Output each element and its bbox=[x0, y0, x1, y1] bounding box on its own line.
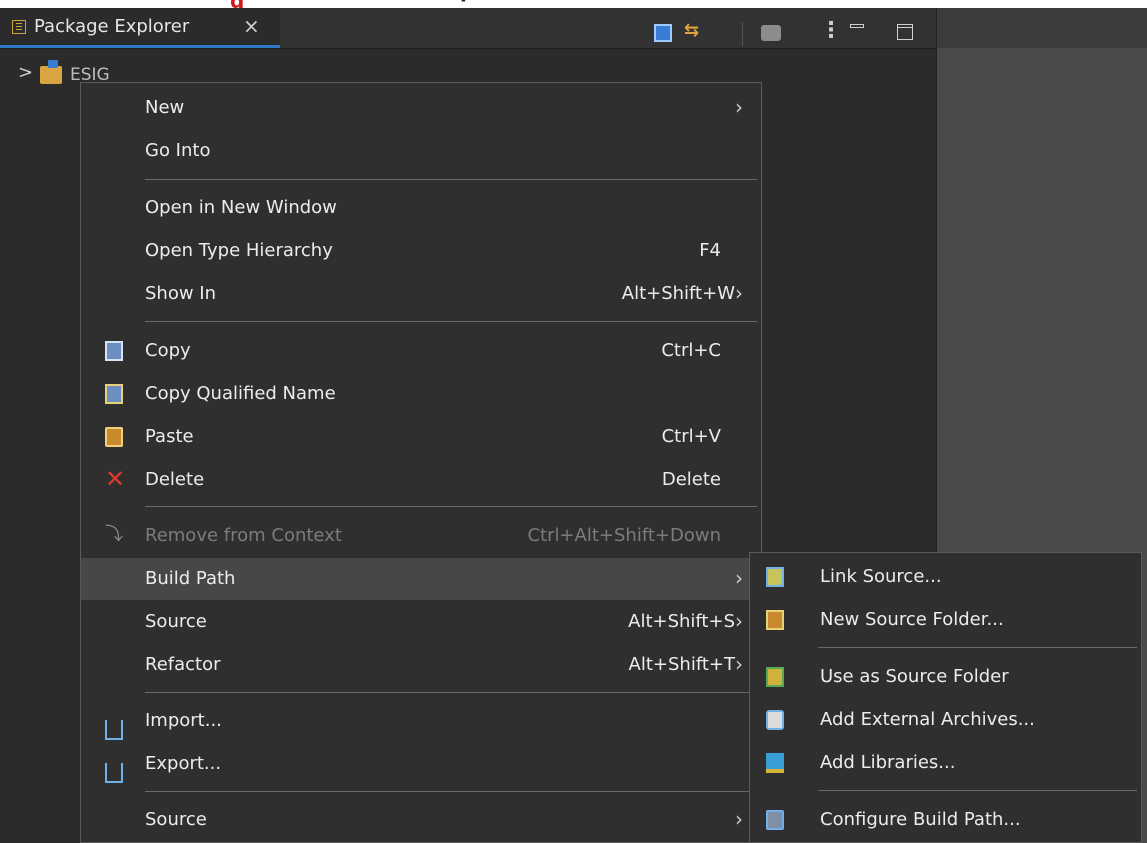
menu-item-label: Paste bbox=[145, 426, 194, 447]
menu-separator bbox=[145, 179, 757, 180]
chevron-right-icon: › bbox=[735, 807, 743, 831]
menu-item-label: New Source Folder... bbox=[820, 609, 1004, 630]
add-external-archives-icon bbox=[766, 710, 784, 730]
copy-icon bbox=[105, 341, 123, 361]
menu-item-accelerator: F4 bbox=[699, 240, 721, 261]
menu-item-label: Build Path bbox=[145, 568, 236, 589]
menu-item-label: Source bbox=[145, 809, 207, 830]
menu-item-import[interactable]: Import... bbox=[81, 700, 761, 742]
menu-separator bbox=[145, 321, 757, 322]
import-icon bbox=[105, 720, 123, 740]
view-tab-bar: Package Explorer × ⇆ ⋮ bbox=[0, 8, 936, 49]
menu-item-label: Copy Qualified Name bbox=[145, 383, 336, 404]
build-path-submenu: Link Source... New Source Folder... Use … bbox=[749, 552, 1142, 843]
tab-label: Package Explorer bbox=[34, 16, 190, 37]
submenu-item-link-source[interactable]: Link Source... bbox=[750, 556, 1141, 598]
menu-item-accelerator: Ctrl+C bbox=[661, 340, 721, 361]
view-menu-icon[interactable]: ⋮ bbox=[820, 18, 842, 43]
menu-separator bbox=[818, 647, 1137, 648]
java-project-icon bbox=[40, 60, 62, 84]
copy-qualified-name-icon bbox=[105, 384, 123, 404]
menu-item-label: Copy bbox=[145, 340, 191, 361]
menu-separator bbox=[145, 506, 757, 507]
menu-item-label: Add External Archives... bbox=[820, 709, 1035, 730]
collapse-all-icon[interactable] bbox=[654, 24, 672, 42]
menu-item-label: Use as Source Folder bbox=[820, 666, 1009, 687]
submenu-item-configure-build-path[interactable]: Configure Build Path... bbox=[750, 799, 1141, 841]
menu-item-label: Open Type Hierarchy bbox=[145, 240, 333, 261]
menu-item-remove-from-context: ⤵ Remove from Context Ctrl+Alt+Shift+Dow… bbox=[81, 515, 761, 557]
package-explorer-icon bbox=[12, 20, 26, 34]
menu-item-build-path[interactable]: Build Path › bbox=[81, 558, 761, 600]
menu-item-accelerator: Delete bbox=[661, 469, 721, 490]
menu-item-label: Open in New Window bbox=[145, 197, 337, 218]
menu-item-label: New bbox=[145, 97, 185, 118]
context-menu: New › Go Into Open in New Window Open Ty… bbox=[80, 82, 762, 843]
menu-item-go-into[interactable]: Go Into bbox=[81, 130, 761, 172]
menu-item-show-in[interactable]: Show In Alt+Shift+W › bbox=[81, 273, 761, 315]
maximize-icon[interactable] bbox=[897, 24, 913, 40]
menu-item-paste[interactable]: Paste Ctrl+V bbox=[81, 416, 761, 458]
chevron-right-icon: › bbox=[735, 281, 743, 305]
menu-item-open-in-new-window[interactable]: Open in New Window bbox=[81, 187, 761, 229]
filter-icon[interactable] bbox=[761, 25, 781, 41]
link-source-icon bbox=[766, 567, 784, 587]
toolbar-separator bbox=[742, 22, 743, 46]
menu-item-label: Import... bbox=[145, 710, 222, 731]
menu-item-label: Export... bbox=[145, 753, 222, 774]
chevron-right-icon: › bbox=[735, 652, 743, 676]
link-with-editor-icon[interactable]: ⇆ bbox=[684, 20, 704, 41]
chevron-right-icon: › bbox=[735, 609, 743, 633]
menu-item-source-2[interactable]: Source › bbox=[81, 799, 761, 841]
chevron-right-icon: › bbox=[735, 95, 743, 119]
menu-separator bbox=[145, 791, 757, 792]
menu-item-accelerator: Alt+Shift+S bbox=[628, 611, 735, 632]
chevron-right-icon: › bbox=[735, 566, 743, 590]
menu-item-export[interactable]: Export... bbox=[81, 743, 761, 785]
menu-item-label: Add Libraries... bbox=[820, 752, 956, 773]
submenu-item-new-source-folder[interactable]: New Source Folder... bbox=[750, 599, 1141, 641]
menu-item-accelerator: Ctrl+V bbox=[661, 426, 721, 447]
top-cropped-strip: ps g bbox=[0, 0, 1147, 13]
menu-separator bbox=[145, 692, 757, 693]
close-icon[interactable]: × bbox=[243, 14, 260, 38]
menu-item-label: Link Source... bbox=[820, 566, 942, 587]
expand-arrow-icon[interactable]: > bbox=[18, 62, 33, 83]
menu-item-accelerator: Alt+Shift+T bbox=[628, 654, 735, 675]
menu-item-label: Configure Build Path... bbox=[820, 809, 1021, 830]
menu-item-refactor[interactable]: Refactor Alt+Shift+T › bbox=[81, 644, 761, 686]
menu-item-new[interactable]: New › bbox=[81, 87, 761, 129]
minimize-icon[interactable] bbox=[850, 24, 864, 28]
remove-context-icon: ⤵ bbox=[105, 524, 123, 545]
menu-item-accelerator: Ctrl+Alt+Shift+Down bbox=[527, 525, 721, 546]
menu-item-open-type-hierarchy[interactable]: Open Type Hierarchy F4 bbox=[81, 230, 761, 272]
menu-item-copy[interactable]: Copy Ctrl+C bbox=[81, 330, 761, 372]
menu-item-label: Show In bbox=[145, 283, 217, 304]
export-icon bbox=[105, 763, 123, 783]
submenu-item-add-libraries[interactable]: Add Libraries... bbox=[750, 742, 1141, 784]
configure-build-path-icon bbox=[766, 810, 784, 830]
add-libraries-icon bbox=[766, 753, 784, 773]
tab-package-explorer[interactable]: Package Explorer × bbox=[0, 8, 280, 48]
menu-item-label: Remove from Context bbox=[145, 525, 342, 546]
menu-item-accelerator: Alt+Shift+W bbox=[621, 283, 735, 304]
menu-item-label: Refactor bbox=[145, 654, 221, 675]
delete-icon: ✕ bbox=[105, 465, 126, 493]
menu-item-label: Source bbox=[145, 611, 207, 632]
menu-item-source[interactable]: Source Alt+Shift+S › bbox=[81, 601, 761, 643]
menu-item-label: Delete bbox=[145, 469, 205, 490]
menu-item-label: Go Into bbox=[145, 140, 211, 161]
submenu-item-use-as-source-folder[interactable]: Use as Source Folder bbox=[750, 656, 1141, 698]
paste-icon bbox=[105, 427, 123, 447]
menu-item-copy-qualified-name[interactable]: Copy Qualified Name bbox=[81, 373, 761, 415]
new-source-folder-icon bbox=[766, 610, 784, 630]
menu-item-delete[interactable]: ✕ Delete Delete bbox=[81, 459, 761, 501]
use-as-source-folder-icon bbox=[766, 667, 784, 687]
menu-separator bbox=[818, 790, 1137, 791]
submenu-item-add-external-archives[interactable]: Add External Archives... bbox=[750, 699, 1141, 741]
